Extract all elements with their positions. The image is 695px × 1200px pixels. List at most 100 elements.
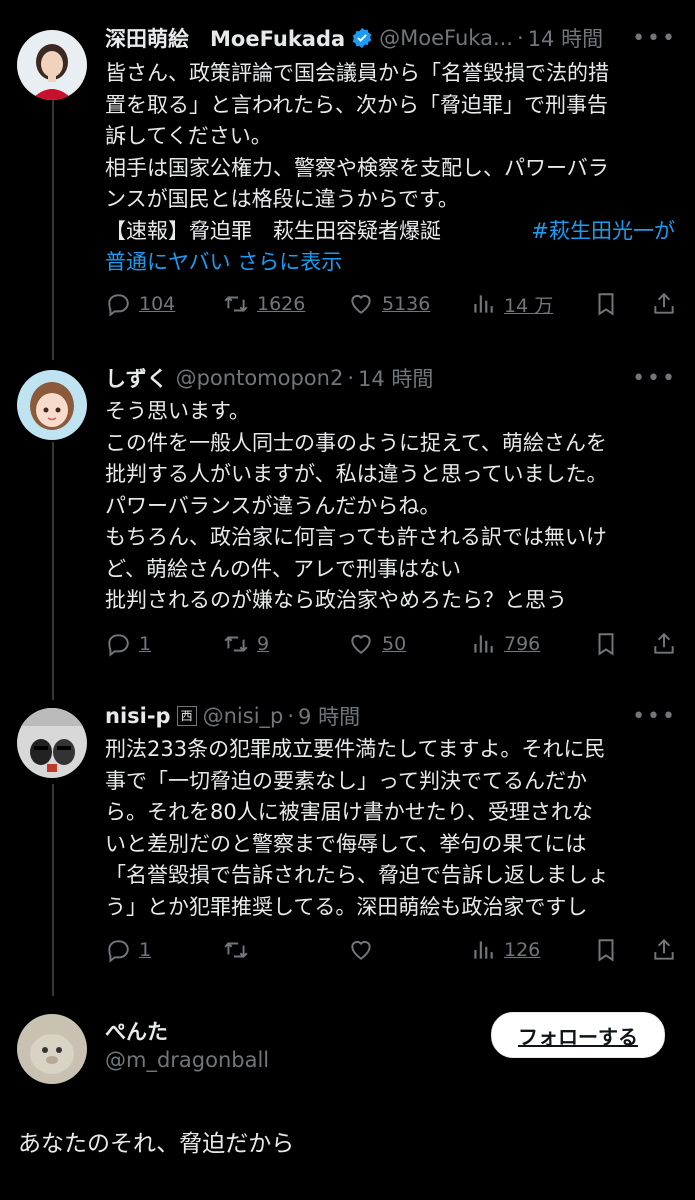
retweet-button[interactable]: 1626 (223, 287, 305, 321)
share-button[interactable] (651, 287, 685, 321)
avatar-image (17, 30, 87, 100)
views-button[interactable]: 796 (470, 627, 540, 661)
avatar[interactable] (17, 30, 87, 100)
display-name[interactable]: しずく (105, 363, 168, 393)
text-line: ど、萌絵さんの件、アレで刑事はない (105, 556, 461, 581)
reply-icon (108, 940, 129, 963)
share-button[interactable] (651, 627, 685, 661)
tweet-header: nisi-p 西 @nisi_p · 9 時間 (105, 698, 675, 734)
bookmark-icon (598, 939, 614, 962)
text-line: 批判されるのが嫌なら政治家やめろたら？と思う (105, 588, 567, 612)
text-line: ンスが国民とは格段に違うからです。 (105, 187, 459, 211)
retweet-button[interactable] (223, 933, 257, 967)
view-count: 796 (504, 633, 541, 655)
text-line: パワーバランスが違うんだからね。 (105, 493, 441, 518)
text-line: 相手は国家公権力、警察や検察を支配し、パワーバラ (105, 155, 609, 180)
tweet-header: しずく @pontomopon2 · 14 時間 (105, 360, 675, 396)
text-line: いと差別だのと警察まで侮辱して、挙句の果てには (105, 831, 587, 856)
tweet-text: 皆さん、政策評論で国会議員から「名誉毀損で法的措 置を取る」と言われたら、次から… (105, 58, 675, 279)
hashtag-link[interactable]: #萩生田光一が (531, 216, 675, 248)
tweet[interactable]: nisi-p 西 @nisi_p · 9 時間 ••• 刑法233条の犯罪成立要… (0, 698, 695, 988)
bookmark-button[interactable] (593, 287, 627, 321)
share-icon (654, 292, 674, 314)
avatar[interactable] (17, 370, 87, 440)
handle[interactable]: @pontomopon2 (176, 366, 344, 390)
separator-dot: · (347, 366, 355, 390)
avatar-image (17, 708, 87, 778)
views-chart-icon (474, 941, 493, 959)
reply-count: 104 (139, 293, 176, 315)
retweet-icon (224, 942, 248, 958)
text-line: 刑法233条の犯罪成立要件満たしてますよ。それに民 (105, 737, 606, 761)
text-line: この件を一般人同士の事のように捉えて、萌絵さんを (105, 430, 607, 455)
avatar[interactable] (17, 708, 87, 778)
display-name[interactable]: nisi-p (105, 704, 171, 728)
text-line: もちろん、政治家に何言っても許される訳では無いけ (105, 525, 607, 549)
like-button[interactable]: 50 (348, 627, 406, 661)
more-options-icon[interactable]: ••• (632, 366, 677, 391)
display-name[interactable]: 深田萌絵 MoeFukada (105, 23, 345, 53)
retweet-button[interactable]: 9 (223, 627, 269, 661)
show-more-link[interactable]: 普通にヤバい さらに表示 (105, 247, 675, 279)
avatar[interactable] (17, 1014, 87, 1084)
follow-button[interactable]: フォローする (491, 1012, 665, 1058)
action-bar: 1 9 50 796 (105, 627, 679, 661)
text-line: そう思います。 (105, 399, 250, 423)
share-icon (654, 938, 674, 960)
more-options-icon[interactable]: ••• (632, 704, 677, 729)
handle[interactable]: @nisi_p (203, 704, 284, 728)
reply-button[interactable]: 1 (105, 627, 151, 661)
bookmark-button[interactable] (593, 933, 627, 967)
text-segment: 【速報】脅迫罪 萩生田容疑者爆誕 (105, 218, 462, 243)
action-bar: 1 126 (105, 933, 679, 967)
text-line: 訴してください。 (105, 124, 272, 148)
text-line: 「名誉毀損で告訴されたら、脅迫で告訴し返しましょ (105, 863, 609, 887)
reply-button[interactable]: 1 (105, 933, 151, 967)
avatar-image (17, 370, 87, 440)
main-tweet[interactable]: ぺんた @m_dragonball フォローする あなたのそれ、脅迫だから (0, 1008, 695, 1200)
like-count: 5136 (382, 293, 431, 315)
text-line: 事で「一切脅迫の要素なし」って判決でてるんだか (105, 768, 587, 793)
timestamp[interactable]: 14 時間 (358, 363, 433, 393)
text-line: 批判する人がいますが、私は違うと思っていました。 (105, 462, 608, 486)
heart-icon (351, 294, 371, 314)
bookmark-icon (598, 633, 614, 656)
tweet[interactable]: しずく @pontomopon2 · 14 時間 ••• そう思います。 この件… (0, 360, 695, 680)
like-button[interactable] (348, 933, 382, 967)
reply-icon (108, 634, 129, 657)
retweet-icon (224, 296, 248, 312)
main-tweet-text: あなたのそれ、脅迫だから (18, 1131, 295, 1157)
view-count: 14 万 (504, 294, 554, 317)
like-button[interactable]: 5136 (348, 287, 430, 321)
text-line: う」とか犯罪推奨してる。深田萌絵も政治家ですし (105, 894, 588, 919)
text-line: ら。それを80人に被害届け書かせたり、受理されな (105, 800, 593, 824)
tweet[interactable]: 深田萌絵 MoeFukada @MoeFuka... · 14 時間 ••• 皆… (0, 20, 695, 340)
retweet-count: 1626 (257, 293, 306, 315)
text-line: 置を取る」と言われたら、次から「脅迫罪」で刑事告 (105, 92, 608, 117)
separator-dot: · (517, 26, 524, 50)
reply-count: 1 (139, 633, 152, 655)
heart-icon (351, 940, 371, 960)
share-button[interactable] (651, 933, 685, 967)
views-button[interactable]: 14 万 (470, 287, 553, 321)
handle[interactable]: @MoeFuka... (379, 26, 513, 50)
separator-dot: · (287, 704, 295, 728)
reply-button[interactable]: 104 (105, 287, 175, 321)
display-name[interactable]: ぺんた (105, 1016, 168, 1046)
heart-icon (351, 634, 371, 654)
avatar-image (17, 1014, 87, 1084)
timestamp[interactable]: 14 時間 (528, 23, 603, 53)
handle[interactable]: @m_dragonball (105, 1048, 269, 1072)
tweet-text: そう思います。 この件を一般人同士の事のように捉えて、萌絵さんを 批判する人がい… (105, 396, 675, 617)
text-line: 皆さん、政策評論で国会議員から「名誉毀損で法的措 (105, 61, 609, 85)
views-button[interactable]: 126 (470, 933, 540, 967)
share-icon (654, 632, 674, 654)
text-line: 【速報】脅迫罪 萩生田容疑者爆誕 #萩生田光一が (105, 216, 675, 248)
bookmark-button[interactable] (593, 627, 627, 661)
like-count: 50 (382, 633, 407, 655)
action-bar: 104 1626 5136 14 万 (105, 287, 679, 321)
timestamp[interactable]: 9 時間 (298, 701, 360, 731)
retweet-icon (224, 636, 248, 652)
more-options-icon[interactable]: ••• (632, 26, 677, 51)
verified-badge-icon (352, 27, 372, 49)
